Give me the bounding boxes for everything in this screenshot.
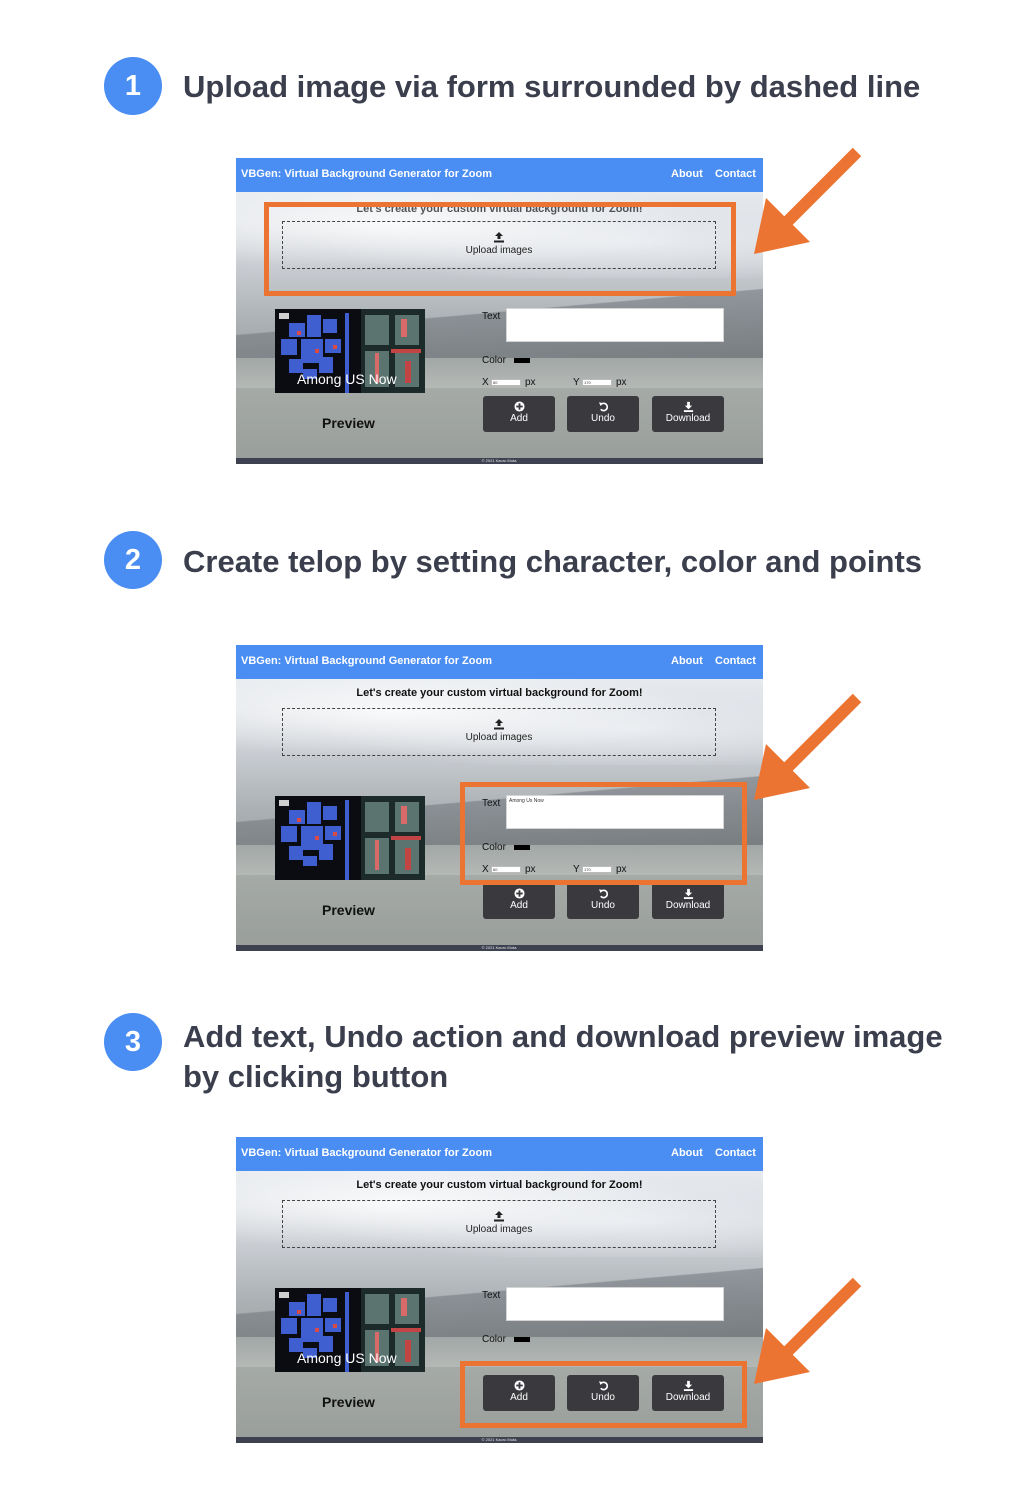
nav-link-contact[interactable]: Contact: [715, 655, 756, 667]
app-navbar: VBGen: Virtual Background Generator for …: [236, 645, 763, 679]
preview-canvas: Among US Now: [275, 309, 425, 393]
download-button[interactable]: Download: [652, 396, 724, 432]
step-2-title: Create telop by setting character, color…: [183, 544, 923, 579]
download-icon: [683, 888, 693, 899]
plus-circle-icon: [513, 888, 525, 899]
app-title: VBGen: Virtual Background Generator for …: [241, 655, 492, 667]
text-input[interactable]: [506, 1287, 724, 1321]
download-icon: [683, 401, 693, 412]
color-label: Color: [482, 355, 506, 366]
text-input[interactable]: [506, 308, 724, 342]
app-footer: © 2021 Kaoru Muta.: [236, 458, 763, 464]
x-unit: px: [525, 377, 536, 388]
app-tagline: Let's create your custom virtual backgro…: [356, 687, 643, 699]
step-1-number: 1: [104, 57, 162, 115]
preview-overlay-text: Among US Now: [297, 371, 397, 387]
upload-label: Upload images: [465, 1224, 533, 1235]
color-picker[interactable]: [514, 358, 530, 363]
undo-button-label: Undo: [591, 900, 615, 911]
step-3-title: Add text, Undo action and download previ…: [183, 1019, 943, 1094]
app-title: VBGen: Virtual Background Generator for …: [241, 168, 492, 180]
highlight-buttons: [460, 1361, 747, 1428]
add-button[interactable]: Add: [483, 883, 555, 919]
preview-canvas: Among US Now: [275, 1288, 425, 1372]
undo-button-label: Undo: [591, 413, 615, 424]
text-label: Text: [482, 311, 501, 322]
y-unit: px: [616, 377, 627, 388]
y-label: Y: [573, 377, 580, 388]
x-label: X: [482, 377, 489, 388]
nav-link-about[interactable]: About: [671, 168, 703, 180]
download-button-label: Download: [665, 413, 711, 424]
preview-label: Preview: [322, 1394, 375, 1410]
upload-label: Upload images: [465, 732, 533, 743]
undo-button[interactable]: Undo: [567, 883, 639, 919]
y-input[interactable]: 170: [582, 379, 612, 386]
arrow-icon: [754, 693, 862, 800]
app-tagline: Let's create your custom virtual backgro…: [356, 1179, 643, 1191]
nav-link-contact[interactable]: Contact: [715, 1147, 756, 1159]
preview-overlay-text: Among US Now: [297, 1350, 397, 1366]
app-navbar: VBGen: Virtual Background Generator for …: [236, 158, 763, 192]
preview-label: Preview: [322, 902, 375, 918]
text-label: Text: [482, 1290, 501, 1301]
upload-dropzone[interactable]: Upload images: [282, 1200, 716, 1248]
app-title: VBGen: Virtual Background Generator for …: [241, 1147, 492, 1159]
highlight-telop-form: [460, 782, 747, 885]
download-button[interactable]: Download: [652, 883, 724, 919]
nav-link-about[interactable]: About: [671, 655, 703, 667]
preview-canvas: [275, 796, 425, 880]
step-1-title: Upload image via form surrounded by dash…: [183, 69, 921, 104]
undo-icon: [598, 889, 608, 899]
plus-circle-icon: [513, 401, 525, 412]
map-image-left: [275, 796, 355, 880]
telop-form: Text Color X 60 px Y 170 px: [482, 308, 732, 398]
undo-button[interactable]: Undo: [567, 396, 639, 432]
upload-dropzone[interactable]: Upload images: [282, 708, 716, 756]
app-navbar: VBGen: Virtual Background Generator for …: [236, 1137, 763, 1171]
add-button-label: Add: [510, 413, 528, 424]
color-label: Color: [482, 1334, 506, 1345]
download-button-label: Download: [665, 900, 711, 911]
arrow-icon: [754, 147, 862, 254]
app-footer: © 2021 Kaoru Muta.: [236, 945, 763, 951]
arrow-icon: [754, 1277, 862, 1384]
highlight-upload: [264, 202, 736, 296]
add-button-label: Add: [510, 900, 528, 911]
upload-icon: [494, 1211, 504, 1222]
x-input[interactable]: 60: [491, 379, 521, 386]
add-button[interactable]: Add: [483, 396, 555, 432]
preview-label: Preview: [322, 415, 375, 431]
color-picker[interactable]: [514, 1337, 530, 1342]
map-image-right: [361, 796, 425, 880]
step-2-number: 2: [104, 531, 162, 589]
app-footer: © 2021 Kaoru Muta.: [236, 1437, 763, 1443]
undo-icon: [598, 402, 608, 412]
nav-link-about[interactable]: About: [671, 1147, 703, 1159]
step-3-number: 3: [104, 1013, 162, 1071]
upload-icon: [494, 719, 504, 730]
